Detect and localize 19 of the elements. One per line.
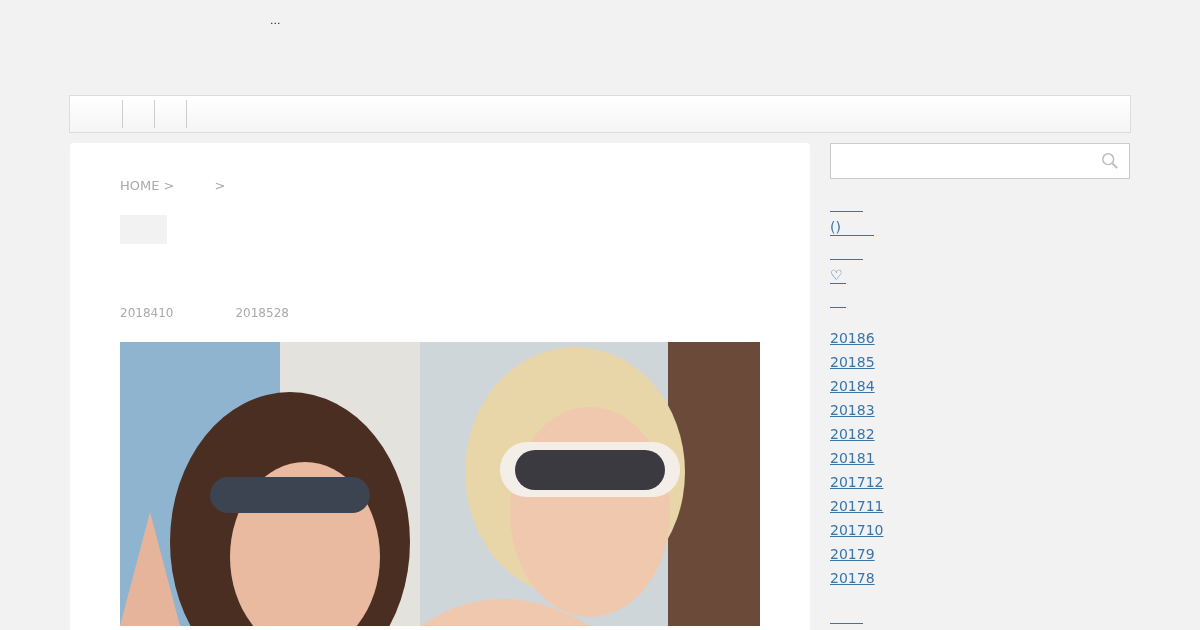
archive-link[interactable]: 20185 (830, 351, 875, 375)
published-date: 2018410 (120, 306, 174, 320)
breadcrumb-link[interactable]: HOME > (120, 178, 175, 193)
search-field[interactable] (830, 143, 1130, 179)
archive-link[interactable]: 20181 (830, 447, 875, 471)
updated-date: 2018528 (235, 306, 289, 320)
archive-link[interactable]: 20178 (830, 567, 875, 591)
breadcrumb-separator: > (214, 178, 226, 193)
site-title[interactable]: ... (270, 14, 281, 27)
archive-link[interactable]: 201711 (830, 495, 884, 519)
sidebar-link[interactable]: ♡ (830, 265, 846, 284)
archive-link[interactable]: 20182 (830, 423, 875, 447)
sidebar-link[interactable]: () (830, 217, 874, 236)
archive-link[interactable]: 20186 (830, 327, 875, 351)
archive-link[interactable]: 20179 (830, 543, 875, 567)
archive-link[interactable]: 201710 (830, 519, 884, 543)
archive-link[interactable]: 20183 (830, 399, 875, 423)
archive-link[interactable]: 20184 (830, 375, 875, 399)
archive-link[interactable]: 201712 (830, 471, 884, 495)
